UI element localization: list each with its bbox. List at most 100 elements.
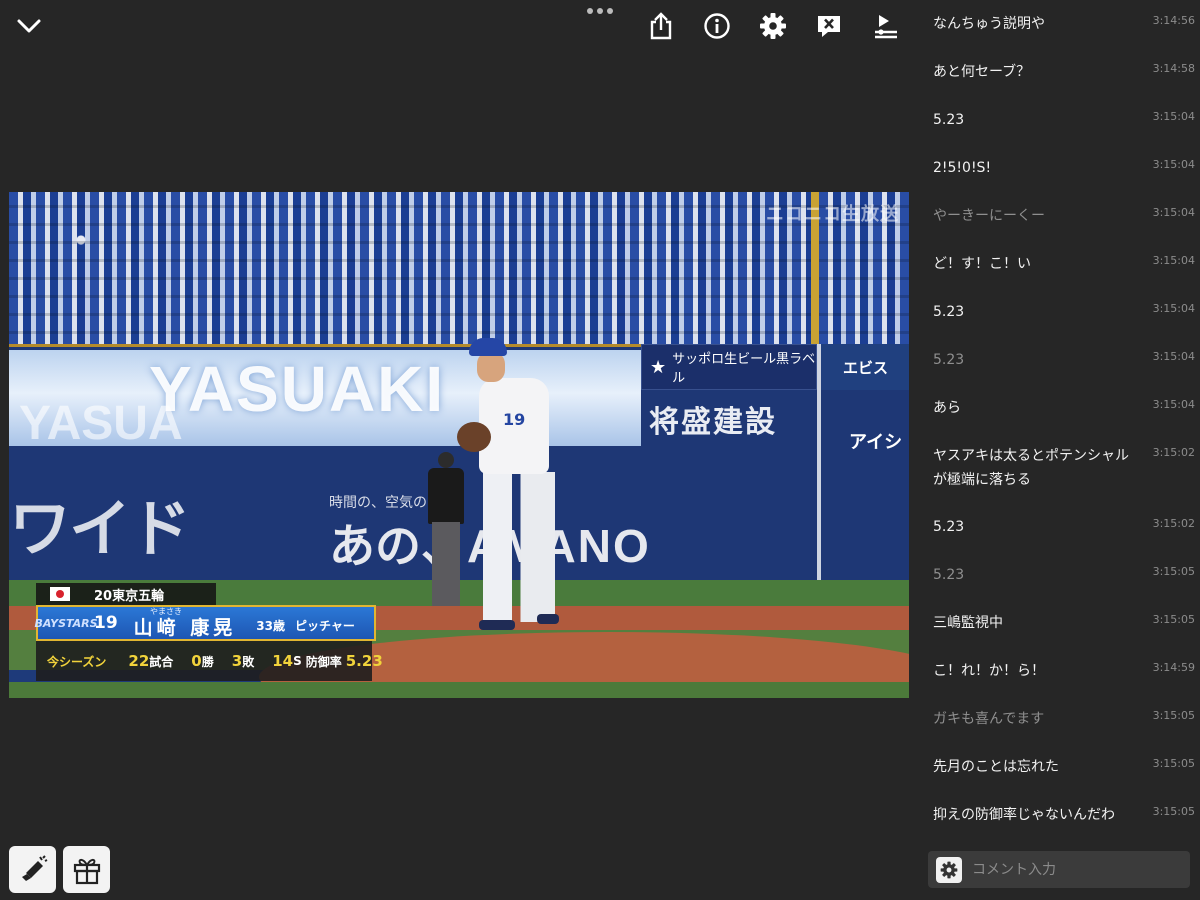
- comment-item[interactable]: 5.23 3:15:04: [933, 300, 1195, 324]
- ad-aisin: アイシ: [849, 432, 903, 453]
- comment-time: 3:15:04: [1152, 398, 1195, 411]
- comment-time: 3:15:04: [1152, 110, 1195, 123]
- comment-item[interactable]: 2!5!0!S! 3:15:04: [933, 156, 1195, 180]
- broadcast-watermark: ニコニコ生放送: [766, 204, 899, 224]
- ad-ebisu: エビス: [821, 344, 909, 390]
- info-icon: [704, 13, 730, 39]
- season-label: 今シーズン: [47, 654, 107, 669]
- pitcher-figure: 19: [457, 338, 567, 634]
- comment-text: あら: [933, 400, 961, 416]
- comment-item[interactable]: 5.23 3:15:04: [933, 348, 1195, 372]
- jersey-number: 19: [503, 410, 526, 429]
- gear-icon: [940, 861, 958, 878]
- comment-time: 3:15:04: [1152, 254, 1195, 267]
- wins-unit: 勝: [201, 654, 214, 669]
- games-value: 22: [128, 652, 150, 670]
- comment-time: 3:15:02: [1152, 446, 1195, 459]
- comment-off-icon: [818, 16, 840, 37]
- comment-item[interactable]: やーきーにーくー 3:15:04: [933, 204, 1195, 228]
- ad-sapporo: ★ サッポロ生ビール黒ラベル: [641, 344, 817, 390]
- board-text-2: YASUA: [19, 397, 183, 446]
- saves-unit: S: [293, 654, 302, 668]
- comment-time: 3:15:04: [1152, 350, 1195, 363]
- comment-time: 3:15:05: [1152, 805, 1195, 818]
- gear-icon: [760, 13, 786, 39]
- comment-item[interactable]: ど！す！こ！い 3:15:04: [933, 252, 1195, 276]
- comment-item[interactable]: ガキも喜んでます 3:15:05: [933, 707, 1195, 731]
- player-age: 33歳: [256, 618, 285, 633]
- comment-item[interactable]: 三嶋監視中 3:15:05: [933, 611, 1195, 635]
- player-area: ニコニコ生放送 YASUAKI YASUA ★ サッポロ生ビール黒ラベル エビス…: [0, 0, 918, 900]
- comment-input[interactable]: [962, 851, 1190, 888]
- video-frame[interactable]: ニコニコ生放送 YASUAKI YASUA ★ サッポロ生ビール黒ラベル エビス…: [9, 192, 909, 698]
- comment-item[interactable]: 5.23 3:15:02: [933, 515, 1195, 539]
- comment-time: 3:14:59: [1152, 661, 1195, 674]
- hide-comments-button[interactable]: [812, 10, 846, 42]
- comment-text: 抑えの防御率じゃないんだわ: [933, 807, 1115, 823]
- comment-input-bar: [928, 851, 1190, 888]
- comment-item[interactable]: 抑えの防御率じゃないんだわ 3:15:05: [933, 803, 1195, 827]
- comment-time: 3:15:05: [1152, 709, 1195, 722]
- comment-text: 5.23: [933, 567, 965, 583]
- ad-sub: 時間の、空気の: [329, 495, 427, 511]
- player-season-stats: 今シーズン 22 試合 0勝 3敗 14 S 防御率 5.23: [36, 641, 383, 681]
- share-button[interactable]: [644, 10, 678, 42]
- star-icon: ★: [650, 356, 667, 378]
- comment-item[interactable]: あら 3:15:04: [933, 396, 1195, 420]
- team-logo: BAYSTARS: [34, 616, 98, 630]
- losses-unit: 敗: [242, 654, 255, 669]
- comment-text: 2!5!0!S!: [933, 160, 992, 176]
- wall-divider: [817, 344, 821, 582]
- comment-text: 5.23: [933, 112, 965, 128]
- playback-button[interactable]: [868, 10, 902, 42]
- player-number: 19: [94, 613, 118, 633]
- comment-text: 5.23: [933, 352, 965, 368]
- foreground-grass: [9, 682, 909, 698]
- era-value: 5.23: [345, 652, 383, 670]
- comment-item[interactable]: こ！れ！か！ら！ 3:14:59: [933, 659, 1195, 683]
- player-name-ruby: やまさき: [150, 607, 182, 616]
- comment-time: 3:14:56: [1152, 14, 1195, 27]
- info-button[interactable]: [700, 10, 734, 42]
- nicoad-button[interactable]: [9, 846, 56, 893]
- player-info-card: 20東京五輪 BAYSTARS 19 やまさき 山﨑 康晃 33歳 ピッチャー …: [34, 583, 383, 681]
- losses-value: 3: [231, 652, 243, 670]
- more-dots-icon[interactable]: [586, 4, 614, 18]
- gift-button[interactable]: [63, 846, 110, 893]
- saves-value: 14: [272, 652, 294, 670]
- comment-text: 5.23: [933, 304, 965, 320]
- gift-icon: [73, 858, 100, 884]
- comment-time: 3:15:04: [1152, 206, 1195, 219]
- settings-button[interactable]: [756, 10, 790, 42]
- comment-item[interactable]: 5.23 3:15:05: [933, 563, 1195, 587]
- playlist-icon: [875, 15, 897, 39]
- comment-time: 3:15:02: [1152, 517, 1195, 530]
- comment-settings-button[interactable]: [936, 856, 962, 883]
- japan-flag-icon: [50, 587, 70, 601]
- comment-list[interactable]: なんちゅう説明や 3:14:56 あと何セーブ？ 3:14:58 5.23 3:15:04…: [918, 0, 1200, 840]
- share-icon: [650, 12, 672, 40]
- wins-value: 0: [191, 652, 202, 670]
- comment-panel: なんちゅう説明や 3:14:56 あと何セーブ？ 3:14:58 5.23 3:15:04…: [918, 0, 1200, 900]
- comment-time: 3:15:04: [1152, 158, 1195, 171]
- comment-time: 3:15:04: [1152, 302, 1195, 315]
- comment-text: ど！す！こ！い: [933, 256, 1031, 272]
- comment-time: 3:15:05: [1152, 613, 1195, 626]
- comment-text: ヤスアキは太るとポテンシャルが極端に落ちる: [933, 448, 1129, 488]
- collapse-button[interactable]: [14, 12, 44, 40]
- era-label: 防御率: [305, 654, 342, 669]
- comment-item[interactable]: なんちゅう説明や 3:14:56: [933, 12, 1195, 36]
- comment-item[interactable]: 先月のことは忘れた 3:15:05: [933, 755, 1195, 779]
- comment-item[interactable]: ヤスアキは太るとポテンシャルが極端に落ちる 3:15:02: [933, 444, 1195, 492]
- games-unit: 試合: [149, 654, 174, 669]
- ad-wide: ワイド: [9, 495, 191, 564]
- comment-text: こ！れ！か！ら！: [933, 663, 1045, 679]
- comment-item[interactable]: 5.23 3:15:04: [933, 108, 1195, 132]
- comment-text: 5.23: [933, 519, 965, 535]
- comment-text: 先月のことは忘れた: [933, 759, 1059, 775]
- player-name-bar: BAYSTARS 19 やまさき 山﨑 康晃 33歳 ピッチャー: [34, 605, 376, 641]
- comment-item[interactable]: あと何セーブ？ 3:14:58: [933, 60, 1195, 84]
- comment-text: やーきーにーくー: [933, 208, 1045, 224]
- comment-time: 3:14:58: [1152, 62, 1195, 75]
- comment-time: 3:15:05: [1152, 757, 1195, 770]
